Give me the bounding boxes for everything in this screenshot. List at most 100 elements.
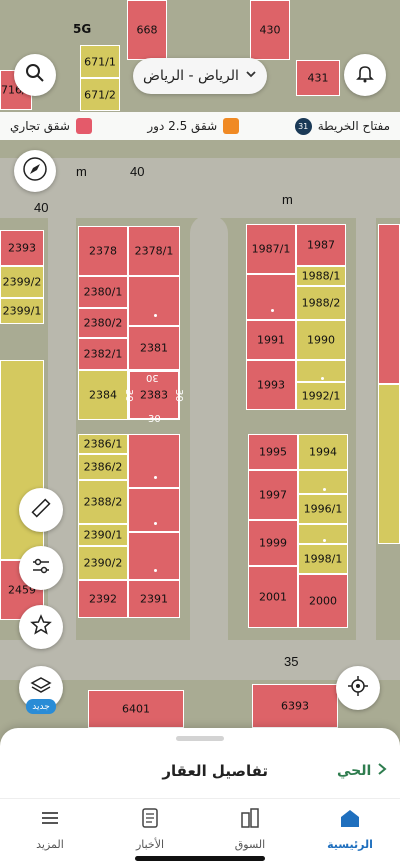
- dim-bottom: 30: [148, 414, 161, 425]
- map-plot[interactable]: 1988/1: [296, 266, 346, 286]
- map-plot[interactable]: 1996/1: [298, 494, 348, 524]
- street-label: m: [76, 164, 87, 179]
- compass-button[interactable]: [14, 150, 56, 192]
- map-plot[interactable]: 2390/1: [78, 524, 128, 546]
- map-plot[interactable]: [128, 532, 180, 580]
- sliders-icon: [30, 555, 52, 581]
- legend-swatch: [75, 118, 92, 134]
- map-plot[interactable]: 6393: [252, 684, 338, 728]
- news-icon: [139, 807, 161, 832]
- tab-home[interactable]: الرئيسية: [300, 799, 400, 868]
- map-plot[interactable]: 2381: [128, 326, 180, 370]
- sheet-title: تفاصيل العقار: [162, 762, 268, 780]
- layers-icon: [30, 675, 52, 701]
- map-plot[interactable]: 2393: [0, 230, 44, 266]
- tab-label: السوق: [234, 838, 266, 851]
- map-plot[interactable]: 6401: [88, 690, 184, 728]
- property-details-sheet[interactable]: تفاصيل العقار الحي: [0, 728, 400, 798]
- map-plot[interactable]: 2380/2: [78, 308, 128, 338]
- map-plot[interactable]: 2386/1: [78, 434, 128, 454]
- favorites-button[interactable]: [19, 605, 63, 649]
- map-plot[interactable]: 1994: [298, 434, 348, 470]
- map-plot[interactable]: [298, 524, 348, 544]
- road-horizontal-top: [0, 158, 400, 218]
- dim-right: 30: [172, 389, 184, 402]
- dim-left: 30: [122, 389, 134, 402]
- street-label: 35: [284, 654, 299, 669]
- map-plot[interactable]: [378, 224, 400, 384]
- dim-top: 30: [146, 372, 159, 383]
- map-plot[interactable]: [378, 384, 400, 544]
- map-plot[interactable]: 2386/2: [78, 454, 128, 480]
- map-plot[interactable]: 1999: [248, 520, 298, 566]
- sheet-handle[interactable]: [176, 736, 224, 741]
- map-plot[interactable]: 1995: [248, 434, 298, 470]
- map-plot[interactable]: 1990: [296, 320, 346, 360]
- chevron-down-icon: [245, 68, 257, 84]
- map-plot[interactable]: [296, 360, 346, 382]
- map-plot[interactable]: 1988/2: [296, 286, 346, 320]
- legend-label: شقق تجاري: [10, 119, 70, 133]
- legend-label: شقق 2.5 دور: [147, 119, 218, 133]
- map-plot[interactable]: 2382/1: [78, 338, 128, 370]
- menu-icon: [39, 807, 61, 832]
- map-plot[interactable]: 1991: [246, 320, 296, 360]
- map-plot[interactable]: [298, 470, 348, 494]
- map-key-label: مفتاح الخريطة: [317, 119, 390, 133]
- locate-button[interactable]: [336, 666, 380, 710]
- road-vertical-center: [190, 215, 228, 645]
- search-button[interactable]: [14, 54, 56, 96]
- neighborhood-label: الحي: [337, 763, 372, 779]
- map-plot[interactable]: 1992/1: [296, 382, 346, 410]
- map-legend[interactable]: شقق تجاري شقق 2.5 دور 31 مفتاح الخريطة: [0, 112, 400, 140]
- map-plot[interactable]: 2001: [248, 566, 298, 628]
- map-plot[interactable]: 2399/2: [0, 266, 44, 298]
- filter-button[interactable]: [19, 546, 63, 590]
- map-plot[interactable]: 2378/1: [128, 226, 180, 276]
- map-plot[interactable]: [128, 276, 180, 326]
- buildings-icon: [239, 807, 261, 832]
- map-plot[interactable]: 2380/1: [78, 276, 128, 308]
- map-plot[interactable]: 430: [250, 0, 290, 60]
- tab-label: الرئيسية: [327, 838, 373, 851]
- street-label: 40: [130, 164, 145, 179]
- map-plot[interactable]: 1998/1: [298, 544, 348, 574]
- legend-item: شقق 2.5 دور: [147, 118, 240, 134]
- map-plot[interactable]: 1987: [296, 224, 346, 266]
- map-plot[interactable]: 668: [127, 0, 167, 60]
- ruler-icon: [30, 497, 52, 523]
- notification-button[interactable]: [344, 54, 386, 96]
- map-plot[interactable]: 431: [296, 60, 340, 96]
- tab-more[interactable]: المزيد: [0, 799, 100, 868]
- map-plot[interactable]: 671/1: [80, 45, 120, 78]
- map-plot[interactable]: [128, 488, 180, 532]
- map-plot[interactable]: 2378: [78, 226, 128, 276]
- map-plot[interactable]: [128, 434, 180, 488]
- map-plot[interactable]: 2388/2: [78, 480, 128, 524]
- neighborhood-link[interactable]: الحي: [337, 762, 387, 780]
- new-badge: جديد: [26, 699, 56, 714]
- map-plot[interactable]: 2399/1: [0, 298, 44, 324]
- map-plot[interactable]: 671/2: [80, 78, 120, 111]
- measure-button[interactable]: [19, 488, 63, 532]
- map-plot[interactable]: 1993: [246, 360, 296, 410]
- bell-icon: [355, 63, 375, 87]
- map-plot[interactable]: [246, 274, 296, 320]
- city-selector[interactable]: الرياض - الرياض: [133, 58, 267, 94]
- map-plot[interactable]: 1997: [248, 470, 298, 520]
- road-vertical-right: [356, 215, 376, 645]
- map-plot[interactable]: 2384: [78, 370, 128, 420]
- map-plot[interactable]: 2000: [298, 574, 348, 628]
- home-indicator: [135, 856, 265, 861]
- map-key-button[interactable]: 31 مفتاح الخريطة: [294, 117, 390, 135]
- chevron-right-icon: [377, 762, 387, 780]
- compass-icon: [22, 156, 48, 186]
- map-plot[interactable]: 1987/1: [246, 224, 296, 274]
- map-plot[interactable]: 2391: [128, 580, 180, 618]
- home-icon: [339, 807, 361, 832]
- map-plot[interactable]: 2390/2: [78, 546, 128, 580]
- tab-label: المزيد: [36, 838, 64, 851]
- city-selector-label: الرياض - الرياض: [143, 68, 239, 84]
- map-key-count: 31: [294, 117, 312, 135]
- map-plot[interactable]: 2392: [78, 580, 128, 618]
